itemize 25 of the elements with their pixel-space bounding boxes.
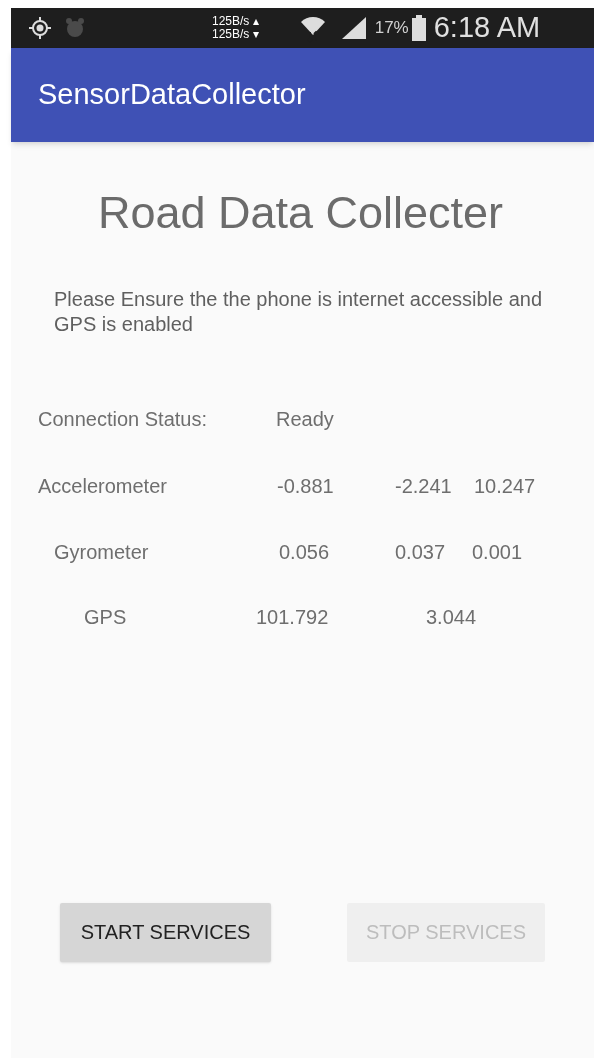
- sensor-label: Gyrometer: [54, 540, 150, 565]
- alarm-icon: [63, 16, 87, 40]
- battery-percentage: 17%: [374, 17, 409, 40]
- upload-rate: 125B/s ▴: [212, 15, 259, 28]
- service-button[interactable]: START SERVICES: [60, 902, 271, 962]
- clock-time: 6:18 AM: [433, 10, 541, 46]
- signal-icon: [340, 16, 367, 40]
- sensor-value: 0.056: [279, 540, 331, 565]
- battery-icon: [411, 15, 426, 41]
- sensor-value: 3.044: [426, 605, 478, 630]
- page-heading: Road Data Collecter: [96, 186, 505, 240]
- status-value: Ready: [276, 407, 335, 432]
- instructions-text: Please Ensure the the phone is internet accessible and GPS is enabled: [54, 286, 544, 337]
- sensor-value: -2.241: [395, 473, 453, 499]
- app-title: SensorDataCollector: [38, 77, 306, 113]
- sensor-value: -0.881: [277, 473, 335, 499]
- sensor-value: 0.037: [395, 540, 447, 565]
- sensor-label: GPS: [84, 605, 128, 630]
- download-rate: 125B/s ▾: [212, 28, 259, 41]
- sensor-value: 10.247: [474, 473, 537, 499]
- sensor-value: 101.792: [256, 605, 330, 630]
- sensor-value: 0.001: [472, 540, 524, 565]
- location-icon: [27, 15, 53, 41]
- sensor-label: Accelerometer: [38, 473, 168, 499]
- sensor-label: Connection Status:: [38, 407, 208, 432]
